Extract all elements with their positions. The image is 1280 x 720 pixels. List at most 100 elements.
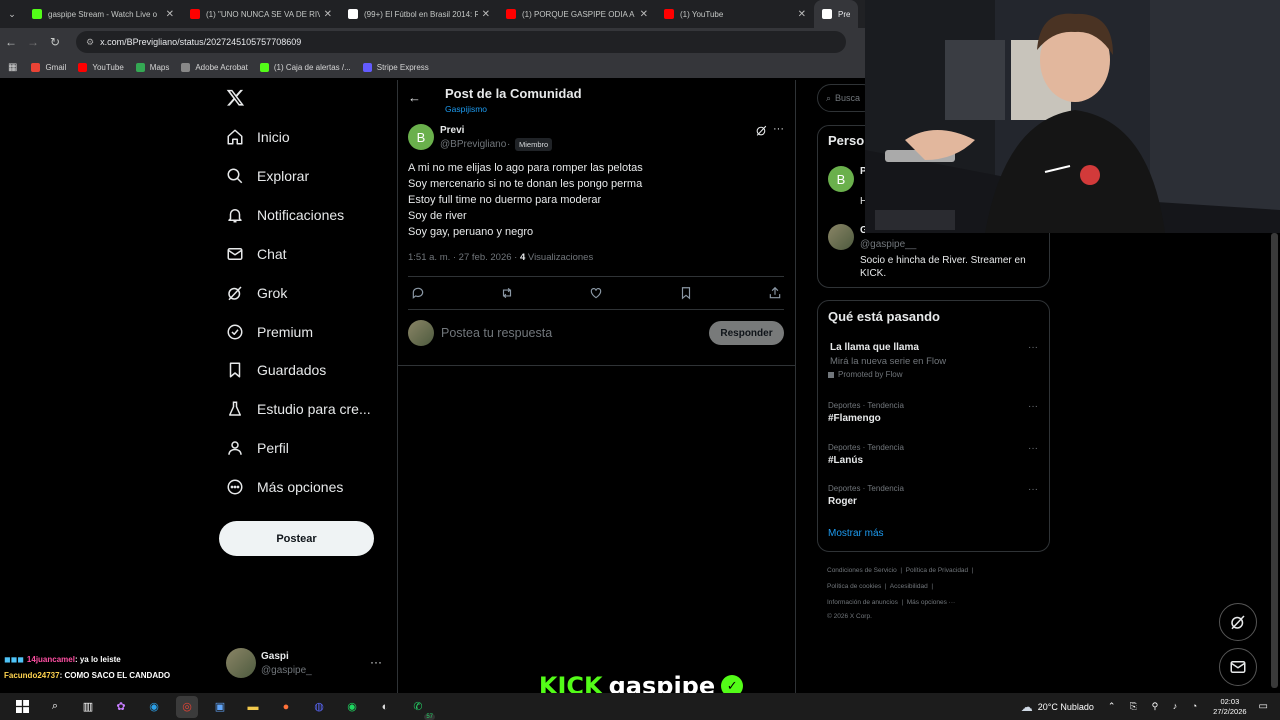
sidebar-item-explorar[interactable]: Explorar bbox=[226, 167, 309, 185]
trend-item[interactable]: Deportes · Tendencia Roger ··· bbox=[828, 484, 1040, 507]
person2-avatar[interactable] bbox=[828, 224, 854, 250]
page-scrollbar[interactable] bbox=[1271, 233, 1278, 688]
post-button[interactable]: Postear bbox=[219, 521, 374, 556]
sidebar-item-inicio[interactable]: Inicio bbox=[226, 128, 290, 146]
bookmark-item[interactable]: Stripe Express bbox=[362, 62, 429, 72]
forward-icon[interactable]: → bbox=[22, 35, 44, 49]
x-logo-icon[interactable] bbox=[226, 88, 245, 112]
trend-item[interactable]: Deportes · Tendencia #Lanús ··· bbox=[828, 443, 1040, 466]
promoted-trend[interactable]: La llama que llama Mirá la nueva serie e… bbox=[828, 342, 1040, 379]
tab-close-icon[interactable]: ✕ bbox=[482, 9, 490, 20]
whatsapp-icon[interactable]: ✆ 57 bbox=[407, 696, 435, 720]
sidebar-item-más[interactable]: Más opciones bbox=[226, 478, 343, 496]
bookmark-item[interactable]: Gmail bbox=[31, 62, 66, 72]
weather-text[interactable]: 20°C Nublado bbox=[1038, 702, 1094, 712]
chrome-icon[interactable]: ◎ bbox=[176, 695, 198, 718]
like-icon[interactable] bbox=[589, 286, 603, 300]
obs-icon[interactable]: ◐ bbox=[374, 696, 396, 718]
sidebar-item-premium[interactable]: Premium bbox=[226, 323, 313, 341]
bookmark-post-icon[interactable] bbox=[679, 286, 693, 300]
author-avatar[interactable]: B bbox=[408, 124, 434, 150]
chat-badges-icon: ◼◼◼ bbox=[4, 655, 24, 664]
taskbar-search-icon[interactable]: ⌕ bbox=[44, 696, 66, 718]
person-avatar[interactable]: B bbox=[828, 166, 854, 192]
trend-item[interactable]: Deportes · Tendencia #Flamengo ··· bbox=[828, 401, 1040, 424]
community-link[interactable]: Gaspijismo bbox=[445, 104, 582, 114]
firefox-icon[interactable]: ● bbox=[275, 696, 297, 718]
grok-explain-icon[interactable] bbox=[755, 124, 768, 142]
sidebar-item-guardados[interactable]: Guardados bbox=[226, 361, 326, 379]
post-meta: 1:51 a. m. · 27 feb. 2026 · 4 Visualizac… bbox=[408, 252, 593, 263]
footer-more[interactable]: Más opciones ··· bbox=[907, 599, 955, 606]
person2-bio: Socio e hincha de River. Streamer en KIC… bbox=[860, 255, 1026, 279]
footer-cookies[interactable]: Política de cookies bbox=[827, 583, 881, 590]
trend-name: #Flamengo bbox=[828, 413, 881, 424]
reply-input[interactable]: Postea tu respuesta bbox=[441, 326, 552, 340]
tab-search-button[interactable]: ⌄ bbox=[0, 9, 24, 20]
tab-close-icon[interactable]: ✕ bbox=[798, 9, 806, 20]
back-icon[interactable]: ← bbox=[0, 35, 22, 49]
grok-float-icon[interactable] bbox=[1219, 603, 1257, 641]
trend-name: #Lanús bbox=[828, 454, 864, 466]
store-icon[interactable]: ▣ bbox=[209, 696, 231, 718]
reload-icon[interactable]: ↻ bbox=[44, 35, 66, 49]
discord-icon[interactable]: ◍ bbox=[308, 696, 330, 718]
trend-more-icon[interactable]: ··· bbox=[1028, 401, 1038, 412]
account-more-icon[interactable]: ··· bbox=[370, 655, 382, 669]
spotify-icon[interactable]: ◉ bbox=[341, 696, 363, 718]
footer-ads-info[interactable]: Información de anuncios bbox=[827, 599, 898, 606]
repost-icon[interactable] bbox=[500, 286, 514, 300]
footer-accessibility[interactable]: Accesibilidad bbox=[890, 583, 928, 590]
sidebar-item-notificaciones[interactable]: Notificaciones bbox=[226, 206, 344, 224]
clock[interactable]: 02:03 27/2/2026 bbox=[1213, 697, 1246, 717]
copilot-icon[interactable]: ✿ bbox=[110, 696, 132, 718]
tab-close-icon[interactable]: ✕ bbox=[640, 9, 648, 20]
windows-start-icon[interactable] bbox=[11, 696, 33, 718]
bookmark-item[interactable]: Maps bbox=[135, 62, 169, 72]
bookmark-item[interactable]: (1) Caja de alertas /... bbox=[259, 62, 351, 72]
back-arrow-icon[interactable]: ← bbox=[408, 90, 421, 105]
task-view-icon[interactable]: ▥ bbox=[77, 696, 99, 718]
tray-icons[interactable]: ⌃ ⎘ ⚲ ♪ ◔ bbox=[1108, 701, 1203, 712]
post-more-icon[interactable]: ··· bbox=[773, 123, 784, 135]
home-icon bbox=[227, 129, 243, 145]
share-icon[interactable] bbox=[768, 286, 782, 300]
tab-close-icon[interactable]: ✕ bbox=[324, 9, 332, 20]
footer-row-1: Condiciones de Servicio | Política de Pr… bbox=[827, 567, 974, 574]
footer-terms[interactable]: Condiciones de Servicio bbox=[827, 567, 897, 574]
sidebar-item-grok[interactable]: Grok bbox=[226, 284, 287, 302]
url-omnibox[interactable]: ⚙ x.com/BPrevigliano/status/202724510575… bbox=[76, 31, 846, 53]
trend-more-icon[interactable]: ··· bbox=[1028, 443, 1038, 454]
sidebar-item-chat[interactable]: Chat bbox=[226, 245, 287, 263]
tab-title: (99+) El Fútbol en Brasil 2014: R bbox=[364, 9, 478, 19]
browser-tab[interactable]: Previ e bbox=[814, 0, 858, 28]
tab-close-icon[interactable]: ✕ bbox=[166, 9, 174, 20]
apps-grid-icon[interactable]: ▦ bbox=[8, 62, 17, 73]
browser-tab[interactable]: gaspipe Stream - Watch Live o ✕ bbox=[24, 0, 182, 28]
bookmark-item[interactable]: Adobe Acrobat bbox=[181, 62, 248, 72]
reply-button[interactable]: Responder bbox=[709, 321, 784, 345]
footer-privacy[interactable]: Política de Privacidad bbox=[906, 567, 969, 574]
author-name[interactable]: Previ bbox=[440, 125, 464, 136]
explorer-icon[interactable]: ▬ bbox=[242, 696, 264, 718]
weather-icon[interactable]: ☁ bbox=[1021, 700, 1033, 714]
sidebar-item-estudio[interactable]: Estudio para cre... bbox=[226, 400, 371, 418]
member-badge: Miembro bbox=[515, 138, 553, 151]
browser-tab[interactable]: (99+) El Fútbol en Brasil 2014: R ✕ bbox=[340, 0, 498, 28]
site-info-icon[interactable]: ⚙ bbox=[86, 37, 94, 48]
messages-float-icon[interactable] bbox=[1219, 648, 1257, 686]
notifications-icon[interactable]: ▭ bbox=[1259, 701, 1268, 712]
account-avatar[interactable] bbox=[226, 648, 256, 678]
bookmark-item[interactable]: YouTube bbox=[78, 62, 124, 72]
show-more-link[interactable]: Mostrar más bbox=[828, 528, 884, 539]
browser-tab[interactable]: (1) "UNO NUNCA SE VA DE RIV ✕ bbox=[182, 0, 340, 28]
edge-icon[interactable]: ◉ bbox=[143, 696, 165, 718]
browser-tab[interactable]: (1) PORQUE GASPIPE ODIA A P ✕ bbox=[498, 0, 656, 28]
post-timestamp[interactable]: 1:51 a. m. · 27 feb. 2026 · bbox=[408, 252, 520, 263]
sidebar-item-perfil[interactable]: Perfil bbox=[226, 439, 289, 457]
reply-icon[interactable] bbox=[411, 286, 425, 300]
trend-more-icon[interactable]: ··· bbox=[1028, 484, 1038, 495]
trend-more-icon[interactable]: ··· bbox=[1028, 342, 1038, 353]
browser-tab[interactable]: (1) YouTube ✕ bbox=[656, 0, 814, 28]
author-handle[interactable]: @BPrevigliano bbox=[440, 139, 506, 150]
